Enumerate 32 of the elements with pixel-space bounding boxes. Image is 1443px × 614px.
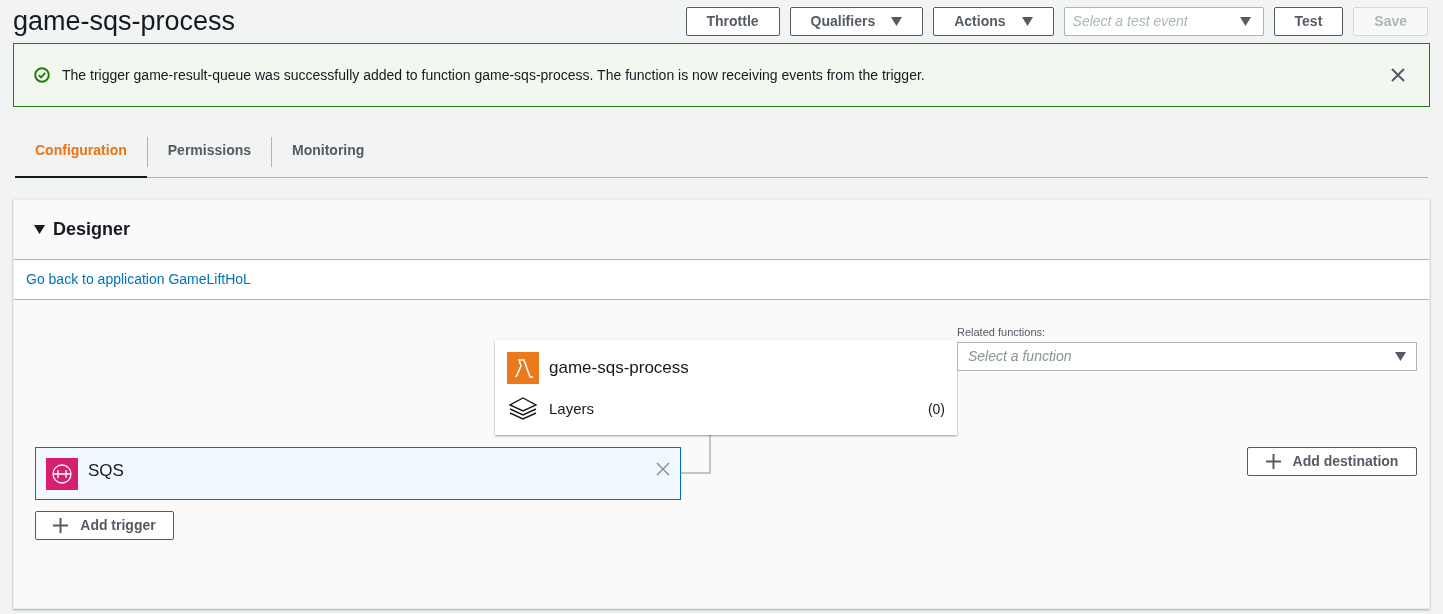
- related-functions-label: Related functions:: [957, 325, 1046, 340]
- caret-icon: [1395, 352, 1406, 361]
- close-icon[interactable]: [656, 462, 670, 476]
- function-name: game-sqs-process: [549, 357, 689, 380]
- application-link[interactable]: Go back to application GameLiftHoL: [26, 269, 251, 290]
- tab[interactable]: Permissions: [147, 125, 272, 178]
- toolbar-button[interactable]: Throttle: [685, 6, 780, 36]
- close-icon[interactable]: [1391, 68, 1405, 82]
- toolbar-button[interactable]: Test: [1273, 6, 1344, 36]
- plus-icon: [1265, 454, 1281, 469]
- collapse-triangle-icon[interactable]: [34, 225, 45, 234]
- section-title: Designer: [53, 218, 131, 241]
- trigger-card[interactable]: SQS: [35, 447, 681, 500]
- menu-button[interactable]: Actions: [933, 6, 1054, 36]
- queue-icon: [46, 458, 78, 490]
- connector-line: [681, 435, 711, 475]
- plus-icon: [53, 518, 69, 533]
- caret-icon: [1239, 16, 1251, 26]
- layers-icon: [507, 396, 539, 422]
- caret-icon: [1021, 16, 1033, 26]
- trigger-name: SQS: [88, 460, 125, 482]
- check-circle-icon: [34, 67, 50, 83]
- caret-icon: [891, 16, 903, 26]
- tab[interactable]: Monitoring: [272, 125, 385, 178]
- layers-count: (0): [927, 399, 945, 419]
- add-trigger-button[interactable]: Add trigger: [35, 511, 174, 540]
- lambda-icon: [507, 352, 539, 384]
- add-destination-button[interactable]: Add destination: [1247, 447, 1417, 476]
- banner-message: The trigger game-result-queue was successfully added to function game-sqs-process. The function is now receiving events from the trigger.: [62, 65, 926, 85]
- function-title: game-sqs-process: [13, 7, 236, 35]
- layers-label: Layers: [549, 398, 596, 419]
- menu-button[interactable]: Qualifiers: [789, 6, 924, 36]
